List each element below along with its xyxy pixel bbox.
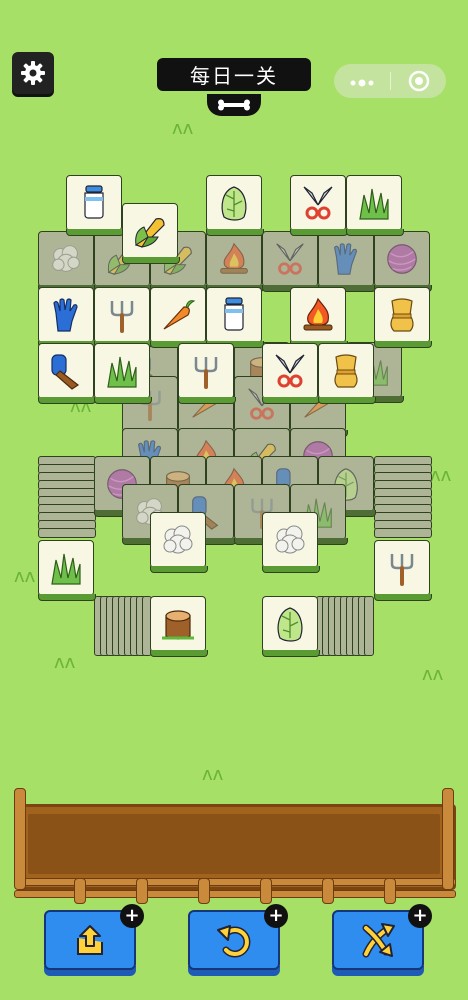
more-dots-icon <box>350 79 374 86</box>
fence-post <box>260 878 272 904</box>
tile-tray <box>14 788 456 904</box>
glove-icon <box>46 295 86 335</box>
tile-stump[interactable] <box>150 596 208 658</box>
cotton-icon <box>158 520 198 560</box>
title-tab <box>207 94 261 116</box>
carrot-icon <box>158 295 198 335</box>
bottom-left-tile-stack <box>94 596 154 658</box>
milk-bottle-icon <box>74 183 114 223</box>
hand-fork-icon <box>102 295 142 335</box>
shears-icon <box>270 351 310 391</box>
grass-decoration: ʌʌ <box>422 664 444 685</box>
grass-decoration: ʌʌ <box>54 652 76 673</box>
tile-cotton[interactable] <box>150 512 208 574</box>
grass-decoration: ʌʌ <box>172 118 194 139</box>
right-tile-stack <box>374 456 432 546</box>
tile-grass[interactable] <box>94 343 152 405</box>
tile-corn[interactable] <box>122 203 180 265</box>
hand-fork-icon <box>186 351 226 391</box>
grass-decoration: ʌʌ <box>14 566 36 587</box>
tile-glove[interactable] <box>38 287 96 349</box>
move-out-button[interactable]: + <box>44 904 144 976</box>
close-circle-icon <box>408 70 429 92</box>
tile-hand-fork[interactable] <box>94 287 152 349</box>
shuffle-button[interactable]: + <box>332 904 432 976</box>
add-undo-badge[interactable]: + <box>264 904 288 928</box>
fence-post <box>136 878 148 904</box>
grass-decoration: ʌʌ <box>430 465 452 486</box>
cabbage-icon <box>270 604 310 644</box>
hand-fork-icon <box>382 548 422 588</box>
bottom-right-tile-stack <box>312 596 376 658</box>
bone-icon <box>218 99 250 111</box>
wheat-icon <box>382 295 422 335</box>
tile-wheat[interactable] <box>374 287 432 349</box>
add-move-out-badge[interactable]: + <box>120 904 144 928</box>
tile-hand-fork[interactable] <box>178 343 236 405</box>
fence-post <box>198 878 210 904</box>
covered-tile <box>262 231 320 293</box>
grass-icon <box>102 351 142 391</box>
grass-icon <box>46 548 86 588</box>
tray-slots <box>28 814 440 874</box>
wheat-icon <box>326 351 366 391</box>
tile-cotton[interactable] <box>262 512 320 574</box>
shuffle-icon <box>362 923 395 958</box>
settings-button[interactable] <box>12 52 54 94</box>
tile-milk-bottle[interactable] <box>66 175 124 237</box>
campfire-icon <box>298 295 338 335</box>
fence-post <box>384 878 396 904</box>
grass-icon <box>354 183 394 223</box>
tile-milk-bottle[interactable] <box>206 287 264 349</box>
add-shuffle-badge[interactable]: + <box>408 904 432 928</box>
tile-wheat[interactable] <box>318 343 376 405</box>
left-tile-stack <box>38 456 96 546</box>
tile-grass[interactable] <box>38 540 96 602</box>
move-out-icon <box>77 925 103 955</box>
tile-brush[interactable] <box>38 343 96 405</box>
undo-button[interactable]: + <box>188 904 288 976</box>
milk-bottle-icon <box>214 295 254 335</box>
tile-cabbage[interactable] <box>206 175 264 237</box>
tile-grass[interactable] <box>346 175 404 237</box>
page-title: 每日一关 <box>157 58 311 91</box>
gear-icon <box>21 61 45 85</box>
cabbage-icon <box>214 183 254 223</box>
covered-tile <box>206 231 264 293</box>
covered-tile <box>318 231 376 293</box>
grass-decoration: ʌʌ <box>202 764 224 785</box>
shears-icon <box>298 183 338 223</box>
corn-icon <box>130 211 170 251</box>
more-button[interactable] <box>334 71 390 92</box>
cotton-icon <box>270 520 310 560</box>
tile-shears[interactable] <box>262 343 320 405</box>
tile-campfire[interactable] <box>290 287 348 349</box>
mini-program-capsule <box>334 64 446 98</box>
brush-icon <box>46 351 86 391</box>
fence-post <box>442 788 454 890</box>
fence-post <box>14 788 26 890</box>
stump-icon <box>158 604 198 644</box>
fence-post <box>322 878 334 904</box>
undo-icon <box>217 925 251 958</box>
tile-hand-fork[interactable] <box>374 540 432 602</box>
close-button[interactable] <box>391 70 446 92</box>
covered-tile <box>374 231 432 293</box>
fence-post <box>74 878 86 904</box>
covered-tile <box>38 231 96 293</box>
tile-cabbage[interactable] <box>262 596 320 658</box>
tile-shears[interactable] <box>290 175 348 237</box>
tile-carrot[interactable] <box>150 287 208 349</box>
